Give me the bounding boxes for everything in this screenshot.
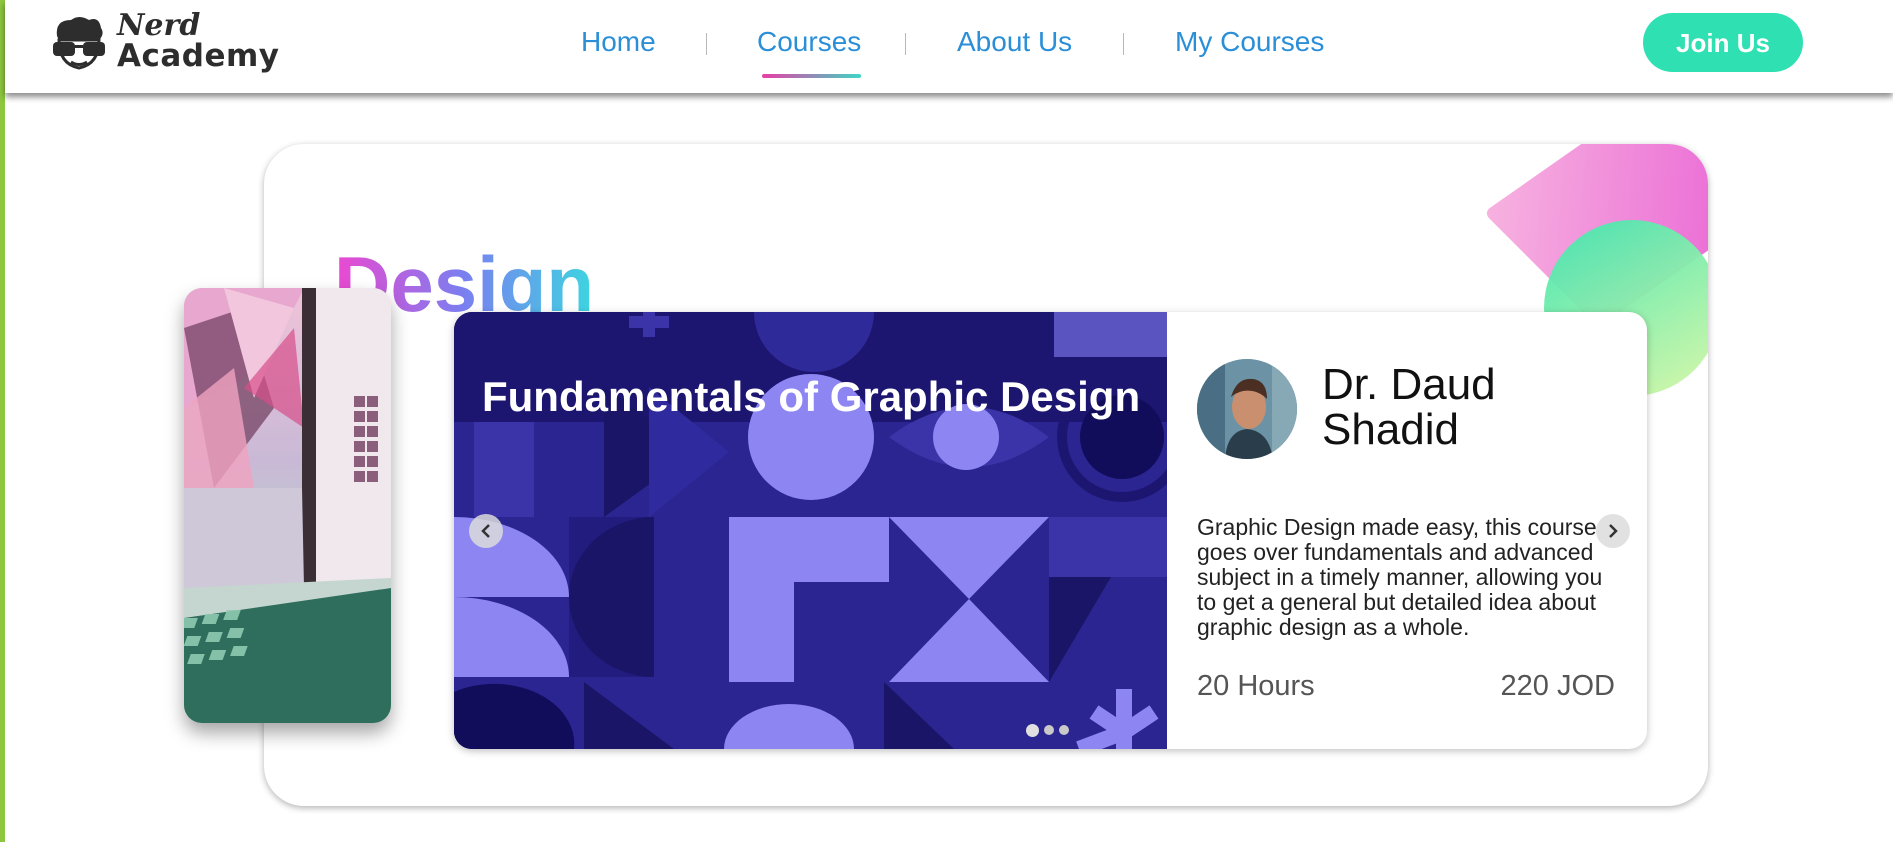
nav-link-about-us[interactable]: About Us xyxy=(957,26,1072,58)
page-left-border xyxy=(0,0,5,842)
nav-divider xyxy=(905,33,906,55)
active-tab-indicator xyxy=(762,74,861,78)
nav-link-my-courses[interactable]: My Courses xyxy=(1175,26,1324,58)
join-us-button[interactable]: Join Us xyxy=(1643,13,1803,72)
carousel-dots xyxy=(1026,724,1069,737)
course-description: Graphic Design made easy, this course go… xyxy=(1197,514,1603,640)
logo-text-academy: Academy xyxy=(117,38,280,74)
instructor-name: Dr. Daud Shadid xyxy=(1322,360,1496,454)
course-duration: 20 Hours xyxy=(1197,670,1315,702)
nav-divider xyxy=(1123,33,1124,55)
laptop-image xyxy=(184,288,391,723)
course-price: 220 JOD xyxy=(1500,670,1615,702)
carousel-prev-button[interactable] xyxy=(469,514,503,548)
carousel-dot[interactable] xyxy=(1026,724,1039,737)
nerd-glasses-face-icon xyxy=(53,17,105,70)
top-navbar: Nerd Academy Home Courses About Us My Co… xyxy=(5,0,1893,93)
side-preview-card[interactable] xyxy=(184,288,391,723)
nerd-academy-logo[interactable]: Nerd Academy xyxy=(49,8,279,78)
course-card[interactable]: Fundamentals of Graphic Design Dr. Daud … xyxy=(454,312,1647,749)
nav-link-home[interactable]: Home xyxy=(581,26,656,58)
nav-link-courses[interactable]: Courses xyxy=(757,26,861,58)
carousel-dot[interactable] xyxy=(1059,725,1069,735)
instructor-avatar xyxy=(1197,359,1297,459)
course-details-panel: Dr. Daud Shadid Graphic Design made easy… xyxy=(1167,312,1647,749)
course-title: Fundamentals of Graphic Design xyxy=(482,372,1141,420)
carousel-next-button[interactable] xyxy=(1596,514,1630,548)
chevron-left-icon xyxy=(481,524,490,538)
instructor-photo xyxy=(1197,359,1297,459)
nav-divider xyxy=(706,33,707,55)
chevron-right-icon xyxy=(1609,524,1618,538)
course-cover-image: Fundamentals of Graphic Design xyxy=(454,312,1167,749)
carousel-dot[interactable] xyxy=(1044,725,1054,735)
